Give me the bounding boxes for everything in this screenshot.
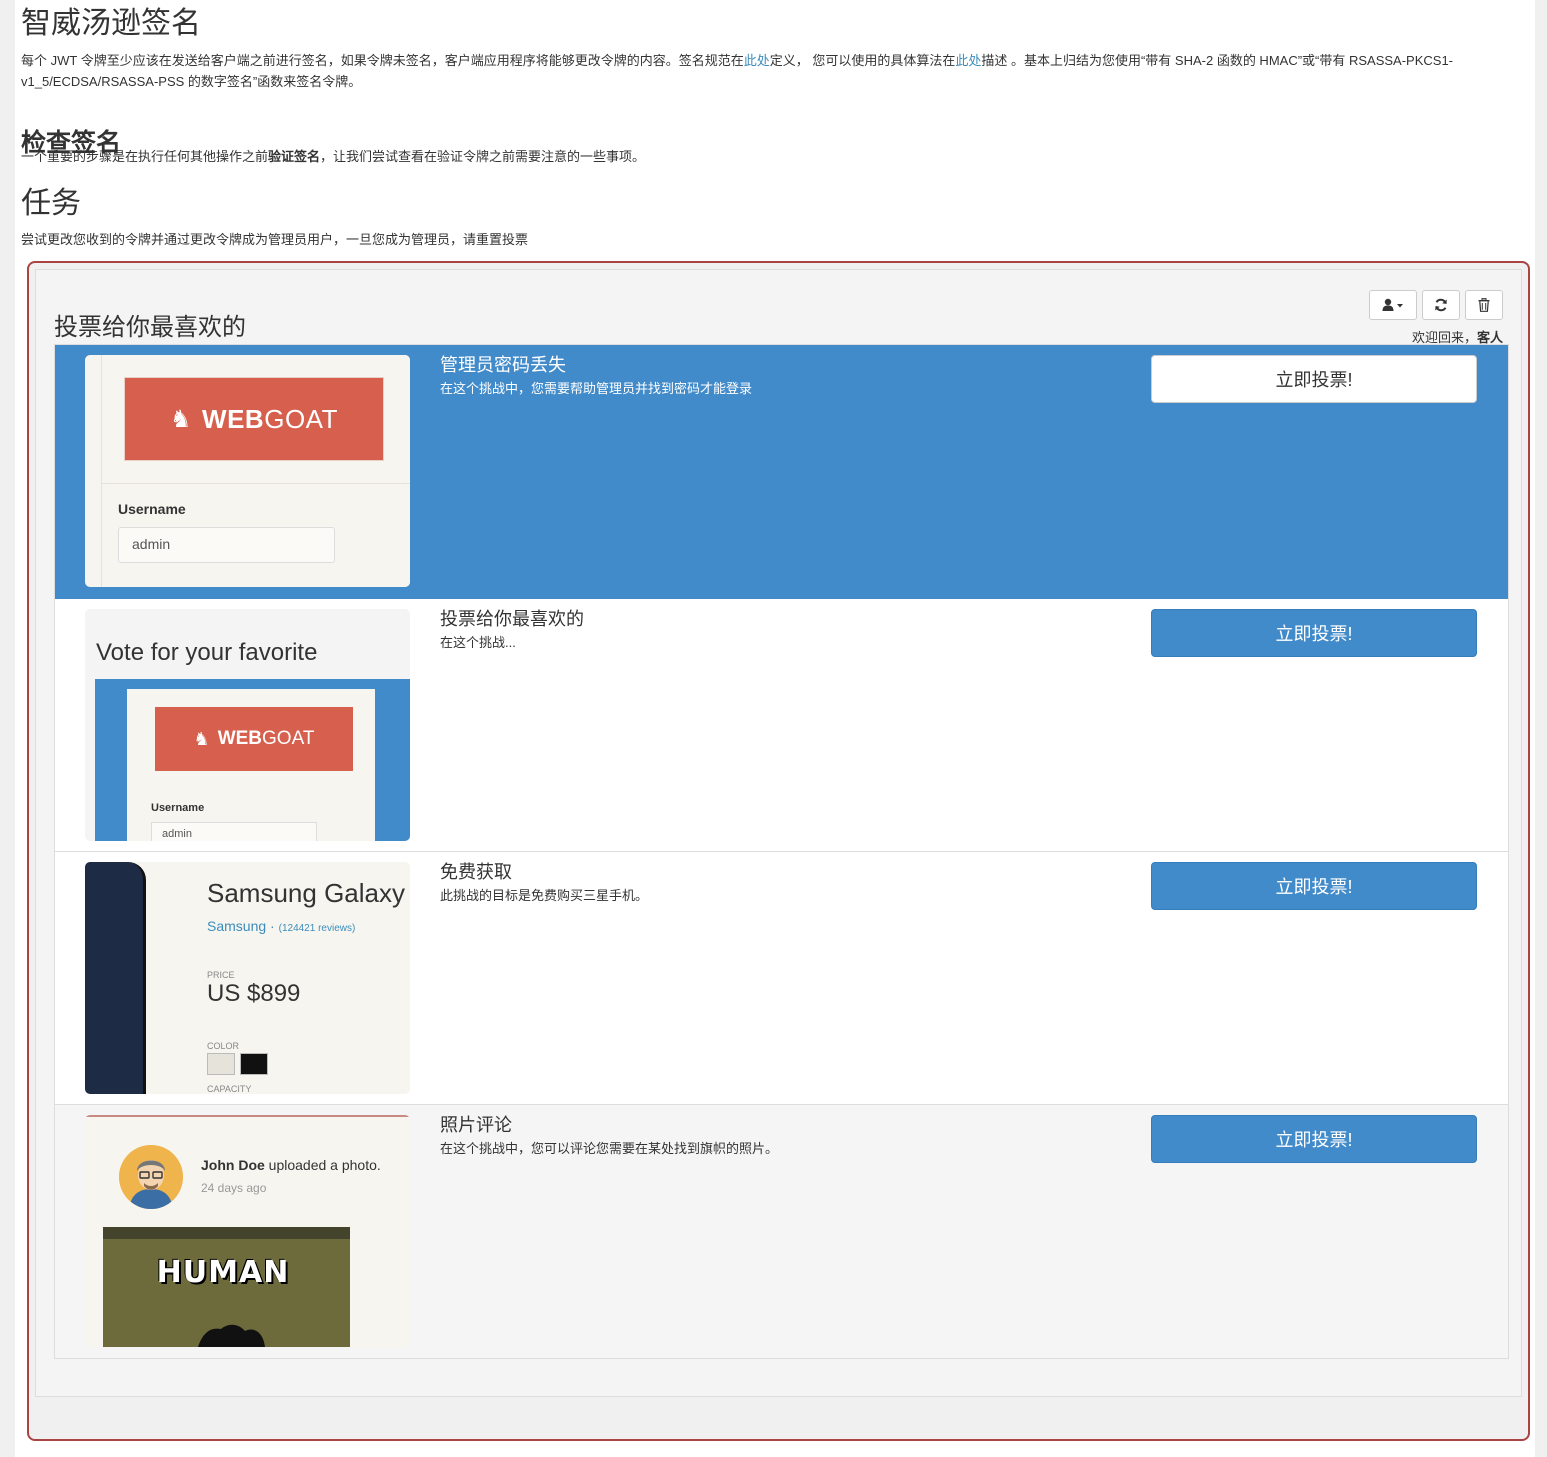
challenge-list: ♞ WEB GOAT Username admin 管理员密码丢失 在这个挑战中，您… <box>54 344 1509 1359</box>
challenge-description: 在这个挑战... <box>440 635 516 650</box>
intro-text-b: 定义， 您可以使用的具体算法在 <box>769 53 956 68</box>
product-brand: Samsung · (124421 reviews) <box>207 918 356 934</box>
intro-paragraph: 每个 JWT 令牌至少应该在发送给客户端之前进行签名，如果令牌未签名，客户端应用… <box>21 50 1521 92</box>
welcome-user: 客人 <box>1476 330 1503 345</box>
poster-line: John Doe uploaded a photo. <box>201 1157 381 1173</box>
delete-votes-button[interactable] <box>1465 290 1503 320</box>
cat-silhouette-icon <box>103 1227 350 1347</box>
phone-image <box>85 862 146 1094</box>
review-count: (124421 reviews) <box>278 923 356 934</box>
challenge-row[interactable]: Vote for your favorite ♞ WEB GOAT Username… <box>55 599 1508 852</box>
webgoat-logo: ♞ WEB GOAT <box>155 707 353 771</box>
post-time: 24 days ago <box>201 1181 267 1195</box>
check-text-b: ，让我们尝试查看在验证令牌之前需要注意的一些事项。 <box>320 149 646 164</box>
username-preview-field: admin <box>118 527 335 563</box>
logo-rest: GOAT <box>264 403 338 434</box>
voting-panel: 投票给你最喜欢的 欢迎回来，客人 ♞ WEB GOAT Username adm… <box>35 269 1522 1397</box>
challenge-title: 免费获取 <box>440 862 512 882</box>
user-switch-button[interactable] <box>1369 290 1417 320</box>
webgoat-logo: ♞ WEB GOAT <box>124 377 384 461</box>
capacity-label: CAPACITY <box>207 1084 252 1094</box>
challenge-thumbnail: Vote for your favorite ♞ WEB GOAT Username… <box>85 609 410 841</box>
challenge-row[interactable]: ♞ WEB GOAT Username admin 管理员密码丢失 在这个挑战中，您… <box>55 345 1508 599</box>
color-swatch-silver <box>207 1053 235 1075</box>
price-label: PRICE <box>207 970 235 980</box>
product-name: Samsung Galaxy <box>207 878 405 908</box>
challenge-description: 在这个挑战中，您需要帮助管理员并找到密码才能登录 <box>440 381 753 396</box>
challenge-title: 照片评论 <box>440 1115 512 1135</box>
check-paragraph: 一个重要的步骤是在执行任何其他操作之前验证签名，让我们尝试查看在验证令牌之前需要… <box>21 147 645 167</box>
challenge-thumbnail: ♞ WEB GOAT Username admin <box>85 355 410 587</box>
user-icon <box>1382 298 1403 311</box>
challenge-row[interactable]: Samsung Galaxy Samsung · (124421 reviews… <box>55 852 1508 1105</box>
brand-name: Samsung <box>207 918 267 934</box>
page: 智威汤逊签名 每个 JWT 令牌至少应该在发送给客户端之前进行签名，如果令牌未签… <box>15 0 1535 1457</box>
intro-text-a: 每个 JWT 令牌至少应该在发送给客户端之前进行签名，如果令牌未签名，客户端应用… <box>21 53 744 68</box>
caret-down-icon <box>1397 304 1403 308</box>
page-title: 智威汤逊签名 <box>21 7 201 40</box>
task-heading: 任务 <box>21 187 81 220</box>
challenge-thumbnail: John Doe uploaded a photo. 24 days ago H… <box>85 1115 410 1347</box>
logo-bold: WEB <box>217 728 263 749</box>
challenge-title: 管理员密码丢失 <box>440 355 566 375</box>
attack-container: 投票给你最喜欢的 欢迎回来，客人 ♞ WEB GOAT Username adm… <box>27 261 1530 1441</box>
username-preview-field: admin <box>151 822 317 841</box>
goat-icon: ♞ <box>170 405 193 433</box>
spec-link[interactable]: 此处 <box>744 53 770 68</box>
task-paragraph: 尝试更改您收到的令牌并通过更改令牌成为管理员用户，一旦您成为管理员，请重置投票 <box>21 232 529 247</box>
voting-toolbar <box>1369 290 1503 320</box>
challenge-description: 此挑战的目标是免费购买三星手机。 <box>440 888 649 903</box>
color-swatch-black <box>240 1053 268 1075</box>
check-text-bold: 验证签名 <box>268 149 321 164</box>
vote-now-button[interactable]: 立即投票! <box>1151 609 1477 657</box>
avatar <box>119 1145 183 1209</box>
refresh-button[interactable] <box>1422 290 1460 320</box>
vote-now-button[interactable]: 立即投票! <box>1151 355 1477 403</box>
uploaded-photo: HUMAN <box>103 1227 350 1347</box>
logo-bold: WEB <box>202 403 265 434</box>
challenge-title: 投票给你最喜欢的 <box>440 609 584 629</box>
check-text-a: 一个重要的步骤是在执行任何其他操作之前 <box>21 149 269 164</box>
challenge-description: 在这个挑战中，您可以评论您需要在某处找到旗帜的照片。 <box>440 1141 779 1156</box>
logo-rest: GOAT <box>262 728 315 749</box>
login-form-preview: ♞ WEB GOAT Username admin <box>101 355 410 587</box>
trash-icon <box>1478 298 1490 312</box>
product-price: US $899 <box>207 980 301 1007</box>
color-label: COLOR <box>207 1041 240 1051</box>
card-top-border <box>85 1115 410 1117</box>
username-label: Username <box>118 501 186 517</box>
username-label: Username <box>151 802 205 814</box>
challenge-thumbnail: Samsung Galaxy Samsung · (124421 reviews… <box>85 862 410 1094</box>
avatar-icon <box>119 1145 183 1209</box>
divider <box>102 483 410 484</box>
poster-action: uploaded a photo. <box>264 1157 381 1173</box>
welcome-prefix: 欢迎回来， <box>1411 330 1477 345</box>
voting-title: 投票给你最喜欢的 <box>54 314 246 341</box>
algorithms-link[interactable]: 此处 <box>955 53 981 68</box>
vote-preview-heading: Vote for your favorite <box>96 639 318 666</box>
refresh-icon <box>1435 298 1447 312</box>
goat-icon: ♞ <box>193 728 210 749</box>
challenge-row[interactable]: John Doe uploaded a photo. 24 days ago H… <box>55 1105 1508 1358</box>
poster-name: John Doe <box>201 1157 265 1173</box>
vote-now-button[interactable]: 立即投票! <box>1151 862 1477 910</box>
vote-now-button[interactable]: 立即投票! <box>1151 1115 1477 1163</box>
